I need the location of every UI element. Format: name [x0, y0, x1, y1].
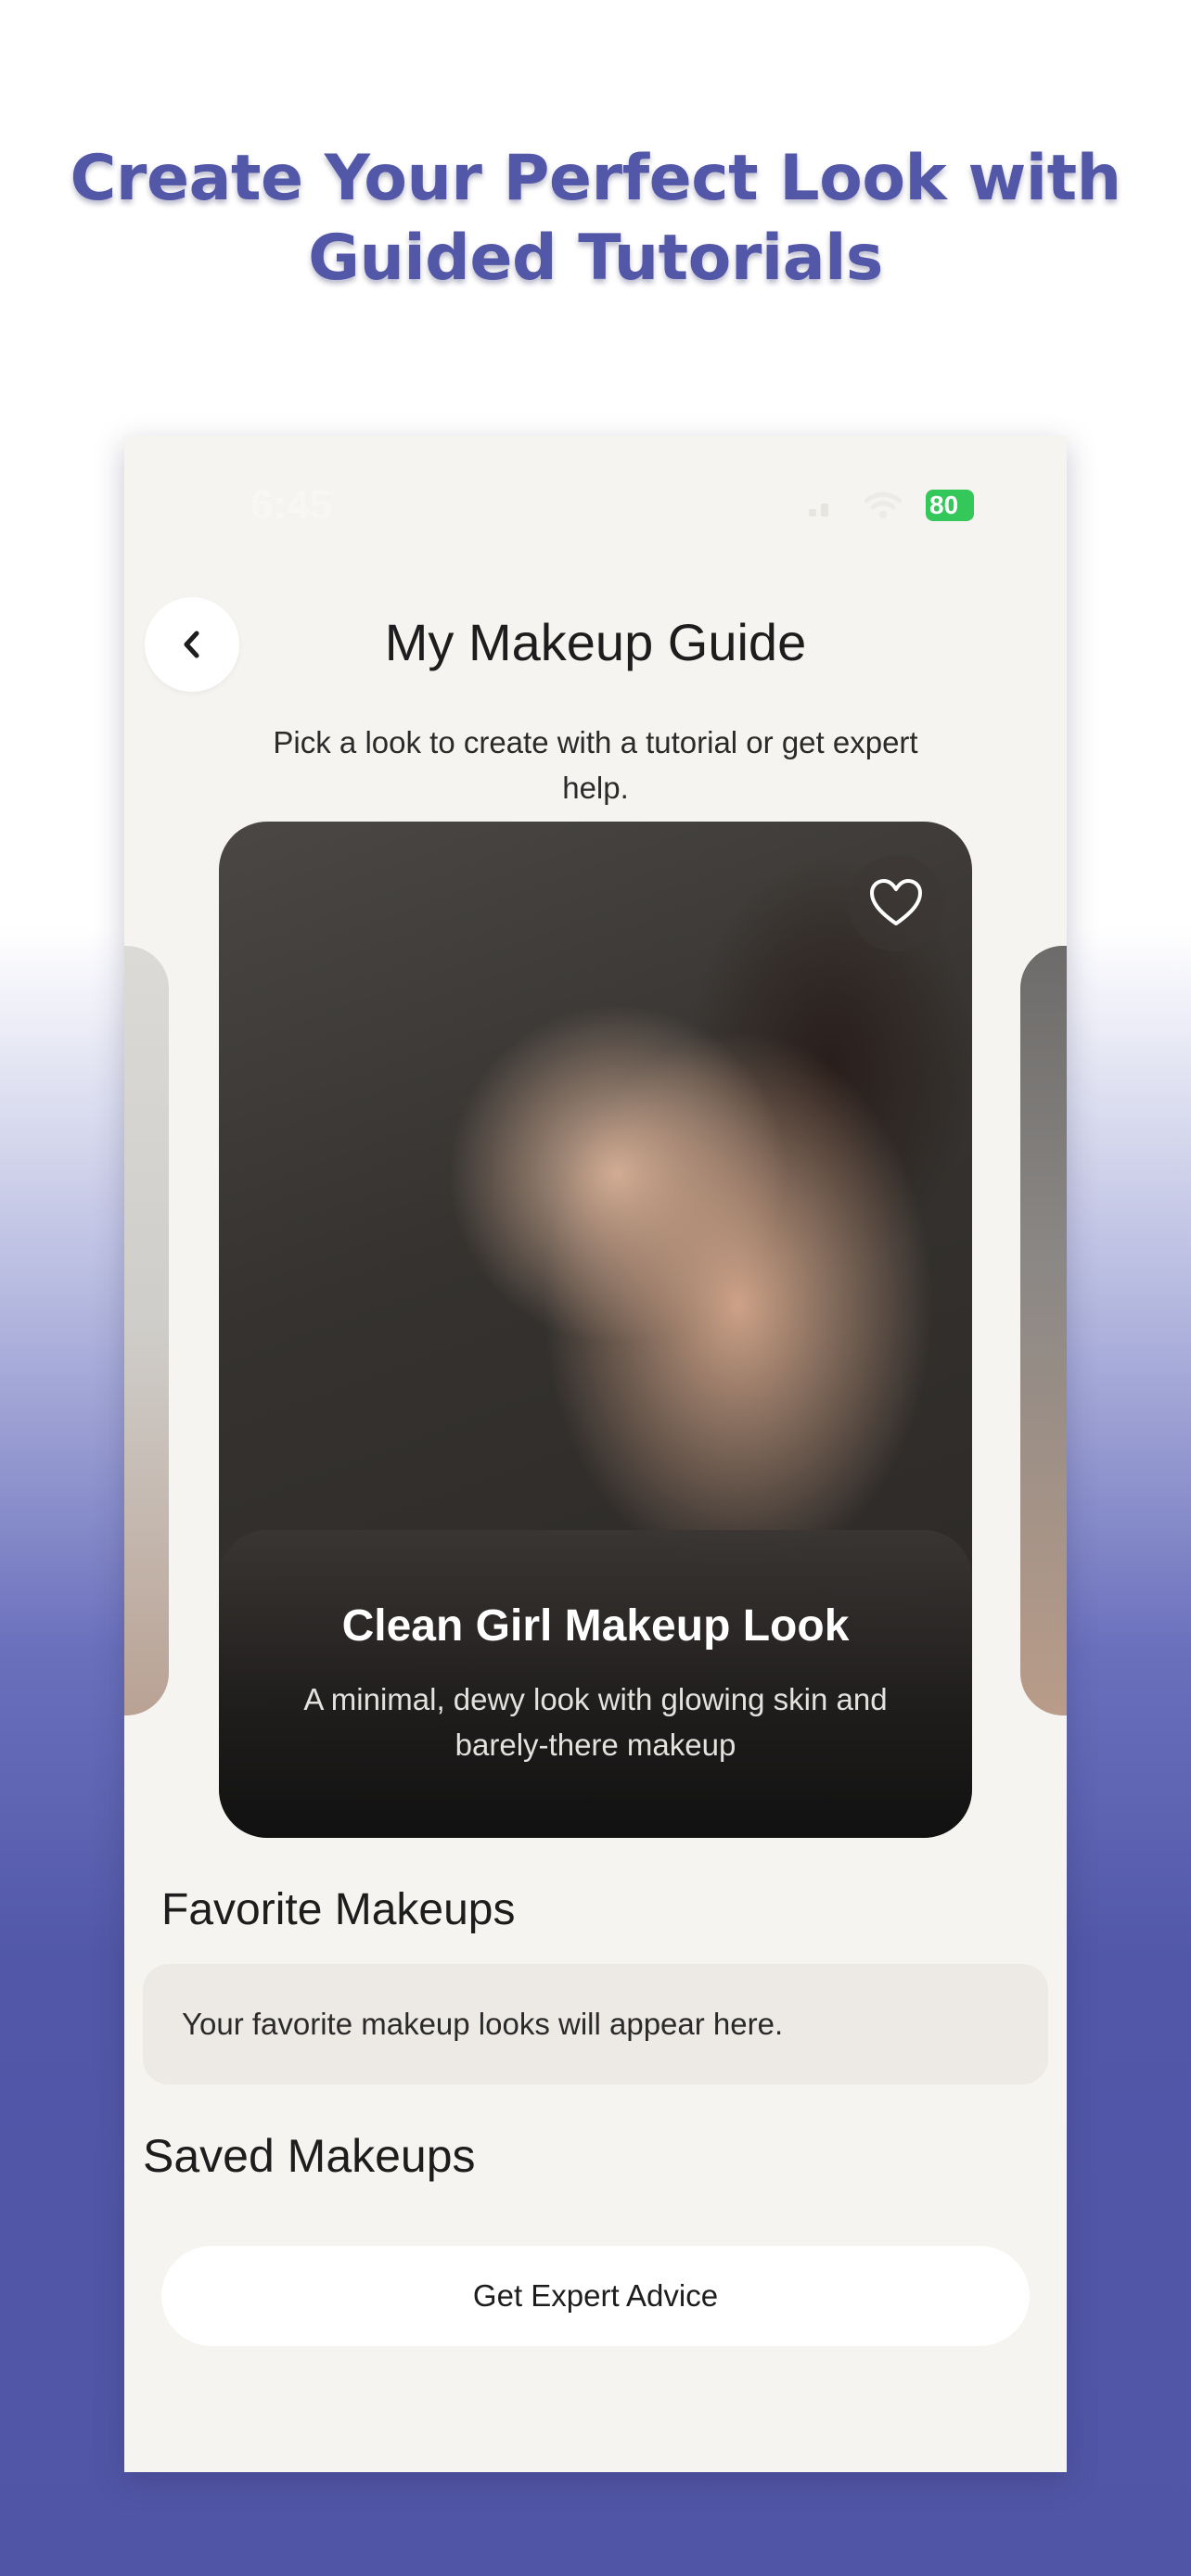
headline-line-2: Guided Tutorials — [308, 222, 883, 295]
page-title: My Makeup Guide — [384, 613, 807, 671]
featured-look-card[interactable]: Clean Girl Makeup Look A minimal, dewy l… — [219, 822, 972, 1838]
phone-screen: 6:45 80 My Makeup Guide Pick a look to c… — [124, 436, 1067, 2472]
get-expert-advice-button[interactable]: Get Expert Advice — [161, 2246, 1030, 2346]
favorites-section-title: Favorite Makeups — [161, 1885, 516, 1934]
wifi-icon — [864, 491, 902, 519]
previous-look-card[interactable] — [124, 946, 169, 1715]
cellular-signal-icon — [809, 494, 840, 516]
saved-section-title: Saved Makeups — [143, 2130, 476, 2182]
favorites-empty-text: Your favorite makeup looks will appear h… — [182, 2007, 784, 2041]
status-time: 6:45 — [250, 482, 333, 528]
page-subtitle: Pick a look to create with a tutorial or… — [273, 725, 918, 805]
featured-look-title: Clean Girl Makeup Look — [341, 1601, 850, 1651]
status-icons: 80 — [809, 490, 974, 521]
battery-icon: 80 — [926, 490, 974, 521]
favorite-button[interactable] — [848, 855, 944, 951]
featured-look-info: Clean Girl Makeup Look A minimal, dewy l… — [219, 1530, 972, 1838]
heart-icon — [870, 879, 922, 925]
next-look-card[interactable] — [1020, 946, 1067, 1715]
promo-headline: Create Your Perfect Look with Guided Tut… — [0, 139, 1191, 299]
favorites-empty-state: Your favorite makeup looks will appear h… — [143, 1964, 1048, 2085]
headline-line-1: Create Your Perfect Look with — [70, 142, 1121, 215]
featured-look-description: A minimal, dewy look with glowing skin a… — [303, 1682, 888, 1762]
